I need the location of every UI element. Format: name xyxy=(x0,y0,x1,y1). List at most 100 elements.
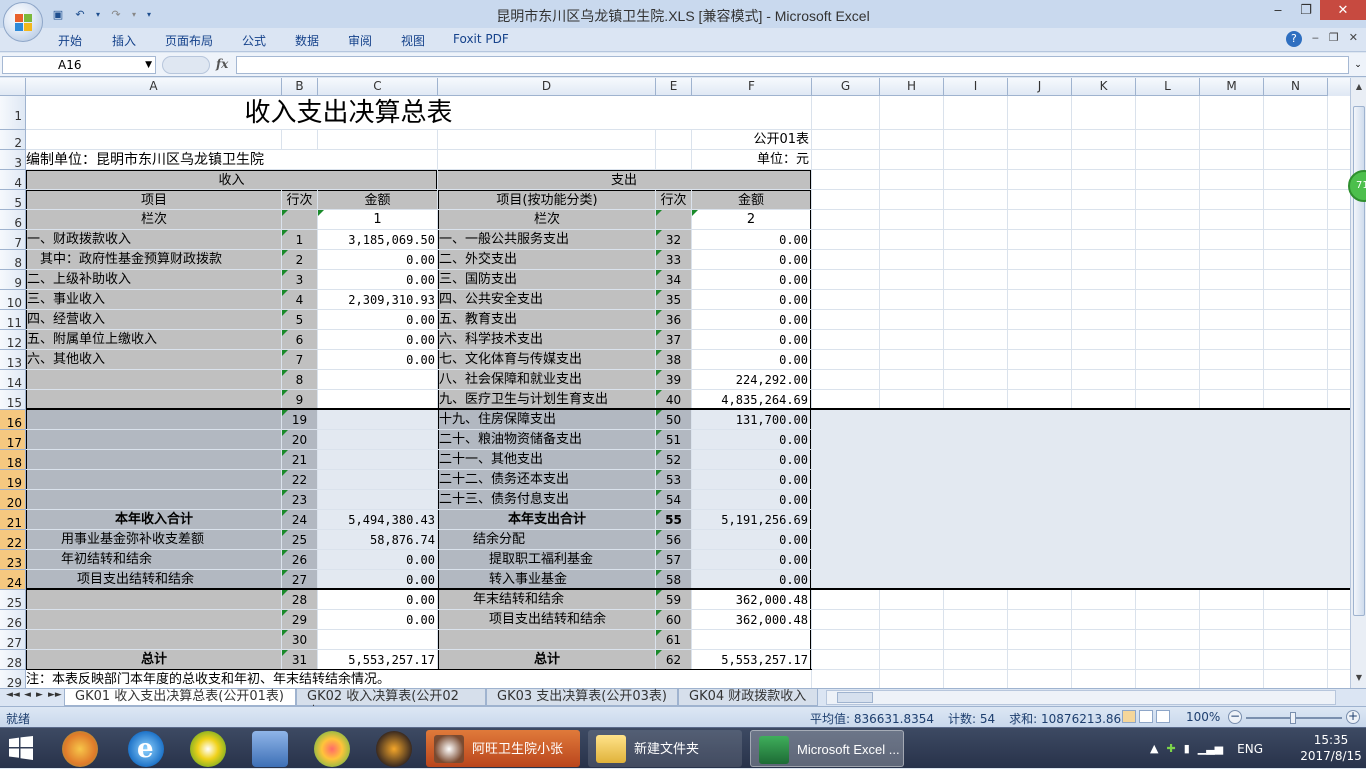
income-line-no[interactable]: 20 xyxy=(282,430,317,449)
row-header[interactable]: 29 xyxy=(0,670,26,690)
row-header[interactable]: 21 xyxy=(0,510,26,530)
column-header[interactable]: E xyxy=(656,78,692,96)
media-app-icon[interactable] xyxy=(376,731,412,767)
income-amount[interactable]: 0.00 xyxy=(318,250,437,269)
expense-item[interactable]: 二十三、债务付息支出 xyxy=(438,490,655,509)
expense-amount[interactable]: 0.00 xyxy=(692,330,811,349)
expense-item[interactable]: 转入事业基金 xyxy=(438,570,655,589)
row-header[interactable]: 11 xyxy=(0,310,26,330)
expense-amount[interactable]: 0.00 xyxy=(692,230,811,249)
security-app-icon[interactable]: ✚ xyxy=(1166,742,1175,755)
income-line-no[interactable]: 5 xyxy=(282,310,317,329)
expense-line-no[interactable]: 50 xyxy=(656,410,691,429)
income-item[interactable] xyxy=(26,450,281,469)
expense-line-no[interactable]: 32 xyxy=(656,230,691,249)
income-amount[interactable] xyxy=(318,430,437,449)
formula-zoom-control[interactable] xyxy=(162,56,210,74)
expense-amount[interactable]: 0.00 xyxy=(692,450,811,469)
income-item[interactable]: 六、其他收入 xyxy=(26,350,281,369)
income-item[interactable] xyxy=(26,470,281,489)
row-header[interactable]: 16 xyxy=(0,410,26,430)
sheet-title[interactable]: 收入支出决算总表 xyxy=(26,96,811,129)
income-amount[interactable]: 5,494,380.43 xyxy=(318,510,437,529)
close-icon[interactable]: ✕ xyxy=(1320,0,1366,20)
expense-item[interactable]: 二、外交支出 xyxy=(438,250,655,269)
row-header[interactable]: 15 xyxy=(0,390,26,410)
income-amount[interactable]: 0.00 xyxy=(318,570,437,589)
income-line-no[interactable]: 21 xyxy=(282,450,317,469)
expense-item[interactable]: 二十一、其他支出 xyxy=(438,450,655,469)
tab-formulas[interactable]: 公式 xyxy=(242,32,266,49)
column-header[interactable]: F xyxy=(692,78,812,96)
income-line-no[interactable]: 8 xyxy=(282,370,317,389)
expense-line-no[interactable]: 52 xyxy=(656,450,691,469)
column-header[interactable]: B xyxy=(282,78,318,96)
income-amount[interactable] xyxy=(318,490,437,509)
col-seq[interactable]: 栏次 xyxy=(438,210,655,229)
row-header[interactable]: 2 xyxy=(0,130,26,150)
expense-header[interactable]: 支出 xyxy=(438,170,811,189)
horizontal-scroll-thumb[interactable] xyxy=(837,692,873,703)
income-amount[interactable]: 2,309,310.93 xyxy=(318,290,437,309)
expense-line-no[interactable]: 40 xyxy=(656,390,691,409)
income-line-no[interactable]: 30 xyxy=(282,630,317,649)
tab-page-layout[interactable]: 页面布局 xyxy=(165,32,213,49)
row-header[interactable]: 20 xyxy=(0,490,26,510)
income-amount[interactable] xyxy=(318,390,437,409)
income-amount[interactable] xyxy=(318,410,437,429)
expense-item[interactable]: 七、文化体育与传媒支出 xyxy=(438,350,655,369)
column-header[interactable]: D xyxy=(438,78,656,96)
income-line-no[interactable]: 4 xyxy=(282,290,317,309)
expense-item[interactable]: 总计 xyxy=(438,650,655,669)
expense-amount[interactable]: 0.00 xyxy=(692,550,811,569)
sheet-tab-gk03[interactable]: GK03 支出决算表(公开03表) xyxy=(486,689,678,706)
income-amount[interactable]: 3,185,069.50 xyxy=(318,230,437,249)
expense-line-no[interactable]: 38 xyxy=(656,350,691,369)
unit-label[interactable]: 单位：元 xyxy=(692,150,811,169)
expense-amount[interactable]: 0.00 xyxy=(692,490,811,509)
income-line-no[interactable]: 31 xyxy=(282,650,317,669)
row-header[interactable]: 18 xyxy=(0,450,26,470)
tab-view[interactable]: 视图 xyxy=(401,32,425,49)
income-item[interactable] xyxy=(26,370,281,389)
expense-line-no[interactable]: 61 xyxy=(656,630,691,649)
column-header[interactable]: I xyxy=(944,78,1008,96)
scroll-up-icon[interactable]: ▲ xyxy=(1352,79,1366,95)
row-header[interactable]: 1 xyxy=(0,96,26,130)
income-line-no[interactable]: 22 xyxy=(282,470,317,489)
row-header[interactable]: 24 xyxy=(0,570,26,590)
expense-item[interactable]: 二十二、债务还本支出 xyxy=(438,470,655,489)
income-item[interactable]: 一、财政拨款收入 xyxy=(26,230,281,249)
scroll-down-icon[interactable]: ▼ xyxy=(1352,670,1366,686)
help-icon[interactable]: ? xyxy=(1285,31,1302,47)
expense-line-no[interactable]: 55 xyxy=(656,510,691,529)
income-item[interactable] xyxy=(26,430,281,449)
row-header[interactable]: 7 xyxy=(0,230,26,250)
income-item[interactable]: 项目支出结转和结余 xyxy=(26,570,281,589)
income-line-no[interactable]: 23 xyxy=(282,490,317,509)
select-all-button[interactable] xyxy=(0,78,26,96)
income-item[interactable]: 二、上级补助收入 xyxy=(26,270,281,289)
expense-item[interactable]: 本年支出合计 xyxy=(438,510,655,529)
expense-amount[interactable]: 5,553,257.17 xyxy=(692,650,811,669)
expense-line-no[interactable]: 34 xyxy=(656,270,691,289)
zoom-level[interactable]: 100% xyxy=(1186,710,1220,724)
income-amount[interactable]: 0.00 xyxy=(318,610,437,629)
expense-amount[interactable]: 0.00 xyxy=(692,290,811,309)
ribbon-close-icon[interactable]: ✕ xyxy=(1349,31,1358,47)
column-header[interactable]: G xyxy=(812,78,880,96)
income-amount[interactable]: 0.00 xyxy=(318,350,437,369)
row-header[interactable]: 22 xyxy=(0,530,26,550)
expand-formula-bar-icon[interactable]: ⌄ xyxy=(1352,56,1364,74)
internet-explorer-icon[interactable]: e xyxy=(128,731,164,767)
computer-icon[interactable] xyxy=(252,731,288,767)
formula-input[interactable] xyxy=(236,56,1349,74)
income-line-no[interactable]: 29 xyxy=(282,610,317,629)
sheet-tab-gk01[interactable]: GK01 收入支出决算总表(公开01表) xyxy=(64,689,296,706)
sheet-tab-gk04[interactable]: GK04 财政拨款收入支 xyxy=(678,689,818,706)
row-header[interactable]: 26 xyxy=(0,610,26,630)
name-box[interactable]: A16 ▼ xyxy=(2,56,156,74)
income-line-no[interactable]: 28 xyxy=(282,590,317,609)
tab-home[interactable]: 开始 xyxy=(58,32,82,49)
expense-item[interactable]: 十九、住房保障支出 xyxy=(438,410,655,429)
